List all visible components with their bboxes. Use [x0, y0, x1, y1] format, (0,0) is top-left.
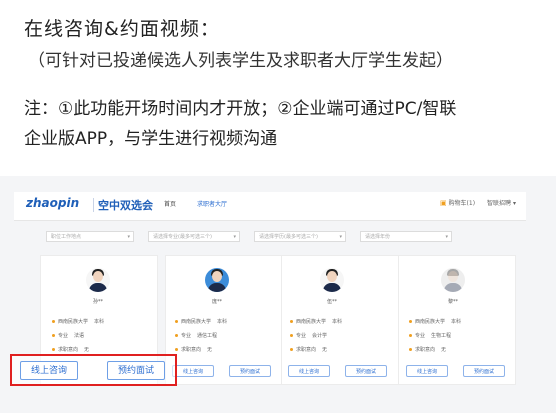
- logo-text: zhaopin: [26, 196, 80, 210]
- cart-link[interactable]: ▣ 购物车(1): [440, 198, 475, 207]
- note-line-1: 注：①此功能开场时间内才开放；②企业端可通过PC/智联: [24, 99, 457, 119]
- logo[interactable]: zhaopin: [26, 196, 79, 210]
- avatar: [320, 268, 344, 292]
- chevron-down-icon: ▾: [127, 234, 130, 240]
- subheading: （可针对已投递候选人列表学生及求职者大厅学生发起）: [28, 51, 453, 71]
- user-menu[interactable]: 智联招聘 ▾: [487, 198, 516, 207]
- info-intent: 求职意向无: [409, 346, 446, 353]
- info-intent: 求职意向无: [52, 346, 89, 353]
- info-major: 专业 法语: [52, 332, 84, 339]
- filter-location[interactable]: 职位工作地点 ▾: [46, 231, 134, 242]
- filter-degree[interactable]: 请选择学历(最多可选三个) ▾: [254, 231, 346, 242]
- note-line-2: 企业版APP，与学生进行视频沟通: [24, 129, 278, 149]
- filter-year-text: 请选择年份: [365, 234, 391, 240]
- info-major: 专业 会计学: [290, 332, 327, 339]
- info-major: 专业 生物工程: [409, 332, 451, 339]
- chevron-down-icon: ▾: [233, 234, 236, 240]
- filter-location-text: 职位工作地点: [51, 234, 82, 240]
- consult-button[interactable]: 线上咨询: [406, 365, 448, 377]
- filter-major[interactable]: 请选择专业(最多可选三个) ▾: [148, 231, 240, 242]
- candidate-name: 庞**: [211, 299, 222, 305]
- nav-job-seeker-hall[interactable]: 求职者大厅: [197, 199, 227, 208]
- consult-button[interactable]: 线上咨询: [288, 365, 330, 377]
- info-intent: 求职意向无: [175, 346, 212, 353]
- logo-subtitle: 空中双选会: [98, 199, 153, 212]
- interview-button[interactable]: 预约面试: [463, 365, 505, 377]
- nav-home[interactable]: 首页: [164, 199, 176, 208]
- info-major: 专业 通信工程: [175, 332, 217, 339]
- user-label: 智联招聘: [487, 200, 512, 207]
- chevron-down-icon: ▾: [512, 200, 516, 207]
- info-school: 西南民族大学 本科: [409, 318, 461, 325]
- cart-icon: ▣: [440, 199, 447, 207]
- heading: 在线咨询&约面视频：: [24, 18, 220, 40]
- filter-major-text: 请选择专业(最多可选三个): [153, 234, 212, 240]
- candidate-name: 伍**: [326, 299, 337, 305]
- consult-button[interactable]: 线上咨询: [20, 361, 78, 380]
- cart-label: 购物车(1): [448, 200, 476, 207]
- filter-year[interactable]: 请选择年份 ▾: [360, 231, 452, 242]
- info-school: 西南民族大学 本科: [290, 318, 342, 325]
- chevron-down-icon: ▾: [445, 234, 448, 240]
- info-school: 西南民族大学 本科: [52, 318, 104, 325]
- avatar: [441, 268, 465, 292]
- info-school: 西南民族大学 本科: [175, 318, 227, 325]
- avatar: [86, 268, 110, 292]
- candidate-name: 孙**: [92, 299, 103, 305]
- candidate-name: 黎**: [447, 299, 458, 305]
- consult-button[interactable]: 线上咨询: [172, 365, 214, 377]
- info-intent: 求职意向无: [290, 346, 327, 353]
- avatar: [205, 268, 229, 292]
- logo-separator: [93, 198, 94, 212]
- chevron-down-icon: ▾: [339, 234, 342, 240]
- interview-button[interactable]: 预约面试: [345, 365, 387, 377]
- filter-degree-text: 请选择学历(最多可选三个): [259, 234, 318, 240]
- interview-button[interactable]: 预约面试: [229, 365, 271, 377]
- interview-button[interactable]: 预约面试: [107, 361, 165, 380]
